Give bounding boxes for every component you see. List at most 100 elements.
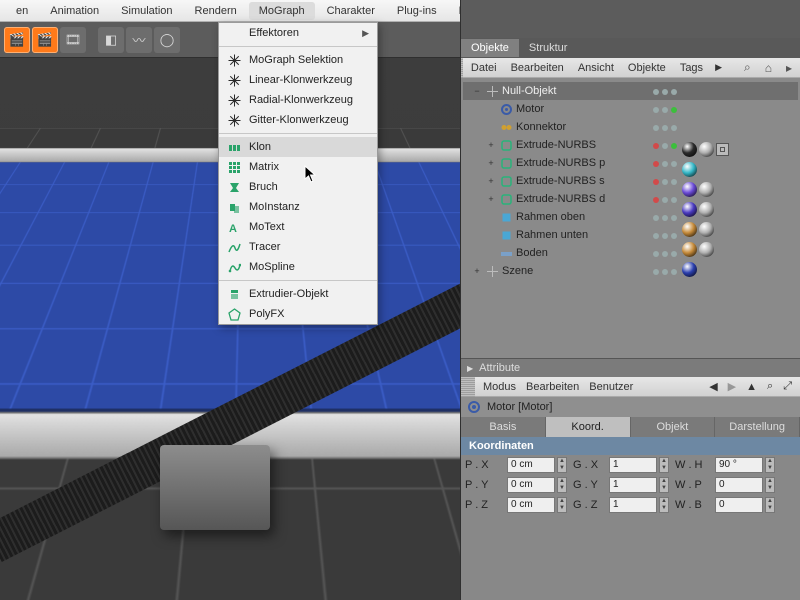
tree-item[interactable]: Boden	[463, 244, 798, 262]
value-input[interactable]: 0	[715, 497, 763, 513]
search-icon[interactable]: ⌕	[767, 380, 773, 393]
tree-item[interactable]: +Extrude-NURBS s	[463, 172, 798, 190]
material-ball[interactable]	[682, 142, 697, 157]
expander-icon[interactable]: +	[486, 194, 496, 204]
menu-item[interactable]: Simulation	[111, 2, 182, 20]
value-input[interactable]: 0 cm	[507, 477, 555, 493]
spinner[interactable]: ▲▼	[659, 477, 669, 493]
menu-motext[interactable]: AMoText	[219, 217, 377, 237]
material-ball[interactable]	[682, 262, 697, 277]
header-item[interactable]: Modus	[483, 381, 516, 393]
material-ball[interactable]	[699, 222, 714, 237]
tab-objekte[interactable]: Objekte	[461, 39, 519, 57]
menu-moinstanz[interactable]: MoInstanz	[219, 197, 377, 217]
menu-bruch[interactable]: Bruch	[219, 177, 377, 197]
panel-grip[interactable]	[461, 377, 475, 397]
header-item[interactable]: Bearbeiten	[509, 62, 566, 74]
menu-matrix[interactable]: Matrix	[219, 157, 377, 177]
tree-item[interactable]: +Extrude-NURBS p	[463, 154, 798, 172]
attributes-titlebar[interactable]: ▶ Attribute	[461, 359, 800, 377]
expander-icon[interactable]: −	[472, 86, 482, 96]
tree-item[interactable]: +Szene	[463, 262, 798, 280]
spinner[interactable]: ▲▼	[557, 497, 567, 513]
tree-item[interactable]: Rahmen unten	[463, 226, 798, 244]
spinner[interactable]: ▲▼	[659, 457, 669, 473]
clapper-alt-icon[interactable]: 🎬	[32, 27, 58, 53]
collapse-icon[interactable]: ▸	[784, 61, 794, 75]
menu-klon[interactable]: Klon	[219, 137, 377, 157]
nurbs-tool-icon[interactable]: ◯	[154, 27, 180, 53]
value-input[interactable]: 1	[609, 457, 657, 473]
menu-item-mograph[interactable]: MoGraph	[249, 2, 315, 20]
cube-primitive-icon[interactable]: ◧	[98, 27, 124, 53]
spinner[interactable]: ▲▼	[557, 457, 567, 473]
expander-icon[interactable]: +	[486, 176, 496, 186]
menu-item[interactable]: Plug-ins	[387, 2, 447, 20]
spinner[interactable]: ▲▼	[765, 457, 775, 473]
material-tags[interactable]	[682, 140, 729, 278]
menu-linear-klonwerkzeug[interactable]: Linear-Klonwerkzeug	[219, 70, 377, 90]
value-input[interactable]: 1	[609, 477, 657, 493]
spinner[interactable]: ▲▼	[765, 497, 775, 513]
tag-icon[interactable]	[716, 143, 729, 156]
spinner[interactable]: ▲▼	[659, 497, 669, 513]
object-tree[interactable]: −Null-ObjektMotorKonnektor+Extrude-NURBS…	[461, 78, 800, 358]
tree-item[interactable]: +Extrude-NURBS	[463, 136, 798, 154]
material-ball[interactable]	[699, 242, 714, 257]
material-ball[interactable]	[682, 202, 697, 217]
material-ball[interactable]	[699, 182, 714, 197]
value-input[interactable]: 90 °	[715, 457, 763, 473]
header-item[interactable]: Objekte	[626, 62, 668, 74]
visibility-dots[interactable]	[653, 84, 677, 279]
expander-icon[interactable]: +	[472, 266, 482, 276]
menu-radial-klonwerkzeug[interactable]: Radial-Klonwerkzeug	[219, 90, 377, 110]
value-input[interactable]: 0 cm	[507, 457, 555, 473]
tab-basis[interactable]: Basis	[461, 417, 546, 437]
tab-koord[interactable]: Koord.	[546, 417, 631, 437]
menu-mograph-selektion[interactable]: MoGraph Selektion	[219, 50, 377, 70]
disclosure-icon[interactable]: ▶	[467, 364, 473, 373]
header-item[interactable]: Datei	[469, 62, 499, 74]
spinner[interactable]: ▲▼	[557, 477, 567, 493]
menu-polyfx[interactable]: PolyFX	[219, 304, 377, 324]
material-ball[interactable]	[682, 222, 697, 237]
tab-objekt[interactable]: Objekt	[631, 417, 716, 437]
tree-item[interactable]: −Null-Objekt	[463, 82, 798, 100]
nav-up-icon[interactable]: ▲	[746, 381, 757, 393]
material-ball[interactable]	[682, 182, 697, 197]
material-ball[interactable]	[699, 202, 714, 217]
menu-effektoren[interactable]: Effektoren	[219, 23, 377, 43]
lock-icon[interactable]: ⤢	[783, 380, 792, 393]
menu-extrudier-objekt[interactable]: Extrudier-Objekt	[219, 284, 377, 304]
menu-item[interactable]: en	[6, 2, 38, 20]
nav-back-icon[interactable]: ◀	[709, 380, 717, 393]
menu-item[interactable]: Charakter	[317, 2, 385, 20]
tab-darstellung[interactable]: Darstellung	[715, 417, 800, 437]
material-ball[interactable]	[699, 142, 714, 157]
clapper-icon[interactable]: 🎬	[4, 27, 30, 53]
film-icon[interactable]: 🎞	[60, 27, 86, 53]
tree-item[interactable]: Rahmen oben	[463, 208, 798, 226]
nav-fwd-icon[interactable]: ▶	[728, 380, 736, 393]
header-item[interactable]: Bearbeiten	[526, 381, 579, 393]
expander-icon[interactable]: +	[486, 140, 496, 150]
header-item[interactable]: Benutzer	[589, 381, 633, 393]
expander-icon[interactable]: +	[486, 158, 496, 168]
tree-item[interactable]: Konnektor	[463, 118, 798, 136]
header-item[interactable]: Tags	[678, 62, 705, 74]
tree-item[interactable]: Motor	[463, 100, 798, 118]
menu-gitter-klonwerkzeug[interactable]: Gitter-Klonwerkzeug	[219, 110, 377, 130]
value-input[interactable]: 1	[609, 497, 657, 513]
value-input[interactable]: 0 cm	[507, 497, 555, 513]
material-ball[interactable]	[682, 162, 697, 177]
spinner[interactable]: ▲▼	[765, 477, 775, 493]
home-icon[interactable]: ⌂	[763, 61, 774, 75]
tab-struktur[interactable]: Struktur	[519, 39, 578, 57]
menu-mospline[interactable]: MoSpline	[219, 257, 377, 277]
tree-item[interactable]: +Extrude-NURBS d	[463, 190, 798, 208]
search-icon[interactable]: ⌕	[742, 60, 753, 75]
menu-item[interactable]: Rendern	[185, 2, 247, 20]
spline-tool-icon[interactable]: 〰	[126, 27, 152, 53]
value-input[interactable]: 0	[715, 477, 763, 493]
header-item[interactable]: Ansicht	[576, 62, 616, 74]
